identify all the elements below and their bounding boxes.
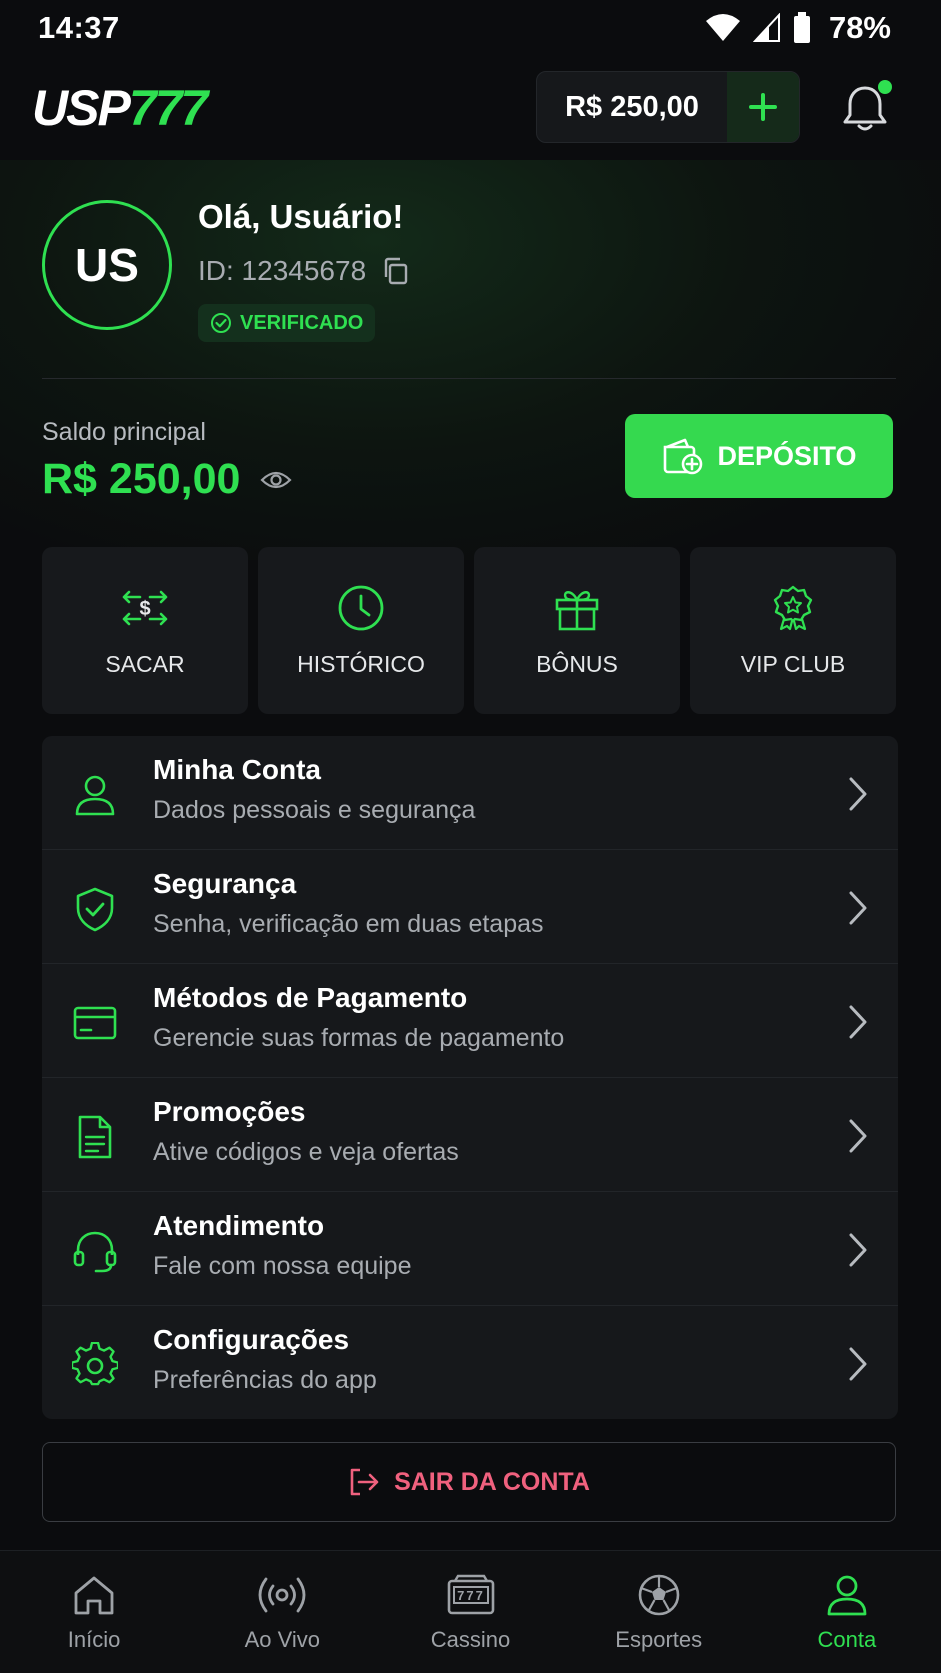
menu-item-subtitle: Gerencie suas formas de pagamento <box>153 1024 565 1052</box>
nav-label: Conta <box>817 1627 877 1652</box>
menu-item-configuracoes[interactable]: Configurações Preferências do app <box>42 1306 898 1419</box>
nav-label: Esportes <box>615 1627 703 1652</box>
user-id-row: ID: 12345678 <box>198 255 408 287</box>
chevron-right-icon <box>849 1119 867 1153</box>
copy-icon[interactable] <box>382 257 408 285</box>
deposit-button[interactable]: DEPÓSITO <box>625 414 893 498</box>
signal-icon <box>752 13 780 42</box>
menu-item-promocoes[interactable]: Promoções Ative códigos e veja ofertas <box>42 1078 898 1192</box>
menu-item-title: Minha Conta <box>153 754 321 785</box>
wallet-plus-icon <box>664 438 703 475</box>
deposit-label: DEPÓSITO <box>717 440 857 471</box>
headset-icon <box>73 1231 117 1273</box>
menu-item-seguranca[interactable]: Segurança Senha, verificação em duas eta… <box>42 850 898 964</box>
logout-button[interactable]: SAIR DA CONTA <box>42 1442 896 1522</box>
quick-action-label: SACAR <box>105 651 185 677</box>
avatar[interactable]: US <box>42 200 172 330</box>
menu-item-subtitle: Fale com nossa equipe <box>153 1252 412 1280</box>
verified-label: VERIFICADO <box>240 311 364 334</box>
vip-badge-icon <box>773 585 813 631</box>
notification-dot <box>878 80 892 94</box>
header-balance-pill[interactable]: R$ 250,00 <box>536 71 800 143</box>
balance-value: R$ 250,00 <box>42 455 241 503</box>
divider <box>42 378 896 379</box>
status-bar: 14:37 78% <box>0 0 941 56</box>
quick-action-label: BÔNUS <box>536 651 618 677</box>
quick-action-label: VIP CLUB <box>740 651 846 677</box>
chevron-right-icon <box>849 1233 867 1267</box>
balance-label: Saldo principal <box>42 418 206 446</box>
status-icons: 78% <box>705 10 891 46</box>
menu-item-title: Segurança <box>153 868 297 899</box>
wifi-icon <box>705 14 740 41</box>
eye-icon[interactable] <box>260 469 292 491</box>
add-funds-button[interactable] <box>727 72 799 142</box>
menu-item-title: Métodos de Pagamento <box>153 982 468 1013</box>
menu-item-subtitle: Dados pessoais e segurança <box>153 796 476 824</box>
menu-item-atendimento[interactable]: Atendimento Fale com nossa equipe <box>42 1192 898 1306</box>
battery-icon <box>793 12 810 43</box>
svg-text:777: 777 <box>457 1588 485 1603</box>
logout-label: SAIR DA CONTA <box>394 1467 590 1496</box>
menu-item-subtitle: Preferências do app <box>153 1366 377 1394</box>
soccer-ball-icon <box>638 1574 680 1616</box>
account-menu: Minha Conta Dados pessoais e segurança S… <box>42 736 898 1419</box>
chevron-right-icon <box>849 1005 867 1039</box>
nav-label: Cassino <box>430 1627 511 1652</box>
nav-cassino[interactable]: 777 Cassino <box>376 1551 564 1673</box>
app-header: USP777 R$ 250,00 <box>0 56 941 160</box>
logout-icon <box>350 1468 379 1496</box>
nav-label: Início <box>67 1627 121 1652</box>
menu-item-title: Promoções <box>153 1096 306 1127</box>
plus-icon <box>749 93 777 121</box>
user-icon <box>827 1575 867 1616</box>
clock-icon <box>338 585 384 631</box>
quick-action-bonus[interactable]: BÔNUS <box>474 547 680 714</box>
nav-conta[interactable]: Conta <box>753 1551 941 1673</box>
menu-item-minha-conta[interactable]: Minha Conta Dados pessoais e segurança <box>42 736 898 850</box>
brand-logo[interactable]: USP777 <box>32 80 208 136</box>
slot-machine-icon: 777 <box>447 1574 494 1615</box>
quick-action-historico[interactable]: HISTÓRICO <box>258 547 464 714</box>
status-time: 14:37 <box>38 10 120 45</box>
nav-label: Ao Vivo <box>244 1627 321 1652</box>
nav-inicio[interactable]: Início <box>0 1551 188 1673</box>
transfer-dollar-icon: $ <box>122 590 168 626</box>
menu-item-title: Configurações <box>153 1324 350 1355</box>
user-icon <box>75 775 115 816</box>
document-icon <box>78 1115 112 1159</box>
quick-action-sacar[interactable]: $ SACAR <box>42 547 248 714</box>
logo-text-777: 777 <box>128 80 208 136</box>
chevron-right-icon <box>849 777 867 811</box>
greeting-text: Olá, Usuário! <box>198 198 404 235</box>
live-icon <box>258 1577 306 1613</box>
battery-percent: 78% <box>828 10 891 45</box>
bottom-navigation: Início Ao Vivo 777 Cassino Esportes Cont… <box>0 1550 941 1673</box>
menu-item-title: Atendimento <box>153 1210 325 1241</box>
nav-ao-vivo[interactable]: Ao Vivo <box>188 1551 376 1673</box>
header-balance-amount: R$ 250,00 <box>565 90 699 123</box>
balance-value-row: R$ 250,00 <box>42 455 292 504</box>
quick-actions: $ SACAR HISTÓRICO BÔNUS VIP CLUB <box>42 547 896 714</box>
svg-text:$: $ <box>139 598 150 620</box>
verified-badge: VERIFICADO <box>198 304 376 342</box>
home-icon <box>74 1576 114 1615</box>
gear-icon <box>72 1342 118 1386</box>
chevron-right-icon <box>849 1347 867 1381</box>
logo-text-usp: USP <box>32 80 131 136</box>
gift-icon <box>555 591 599 631</box>
shield-check-icon <box>76 887 114 932</box>
menu-item-subtitle: Senha, verificação em duas etapas <box>153 910 544 938</box>
chevron-right-icon <box>849 891 867 925</box>
menu-item-subtitle: Ative códigos e veja ofertas <box>153 1138 459 1166</box>
user-id: ID: 12345678 <box>198 255 367 286</box>
quick-action-label: HISTÓRICO <box>297 651 425 677</box>
quick-action-vip-club[interactable]: VIP CLUB <box>690 547 896 714</box>
nav-esportes[interactable]: Esportes <box>565 1551 753 1673</box>
check-circle-icon <box>211 313 231 333</box>
menu-item-metodos-pagamento[interactable]: Métodos de Pagamento Gerencie suas forma… <box>42 964 898 1078</box>
credit-card-icon <box>73 1006 117 1040</box>
